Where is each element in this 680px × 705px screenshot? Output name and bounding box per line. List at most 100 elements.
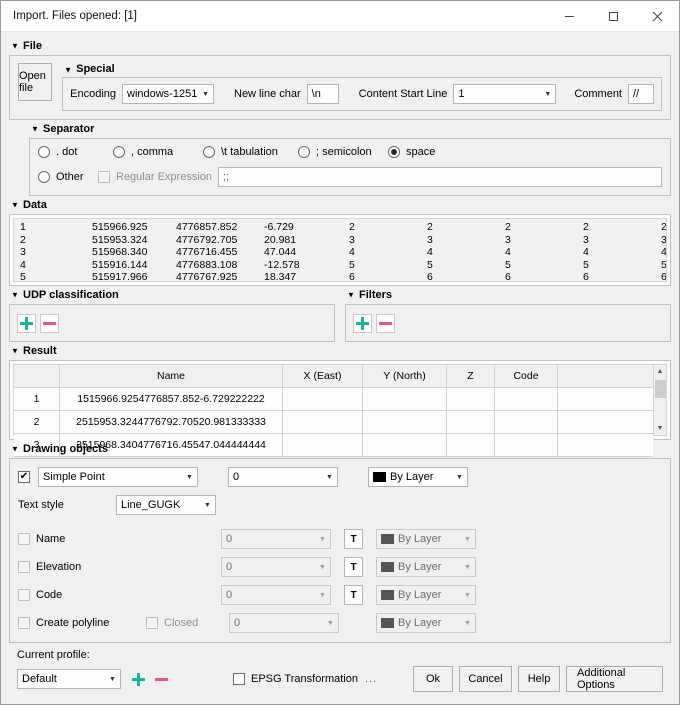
radio-separator-dot[interactable]: . dot	[38, 146, 113, 158]
section-header-data[interactable]: ▼ Data	[9, 196, 671, 214]
polyline-color-select[interactable]: By Layer ▼	[376, 613, 476, 633]
data-cell-index: 3	[20, 246, 26, 258]
radio-separator-other[interactable]: Other	[38, 171, 98, 183]
create-polyline-checkbox[interactable]: Create polyline	[18, 617, 138, 629]
text-style-select[interactable]: Line_GUGK ▼	[116, 495, 216, 515]
data-cell-code: 2	[661, 221, 667, 233]
scroll-up-icon[interactable]: ▲	[654, 365, 667, 378]
radio-icon	[203, 146, 215, 158]
filters-remove-button[interactable]	[376, 313, 395, 333]
radio-separator-tabulation[interactable]: \t tabulation	[203, 146, 298, 158]
udp-column: ▼ UDP classification	[9, 286, 335, 342]
help-button[interactable]: Help	[518, 666, 560, 692]
text-style-row: Text style Line_GUGK ▼	[18, 495, 662, 515]
section-title-filters: Filters	[359, 289, 393, 301]
close-icon[interactable]	[635, 1, 679, 32]
point-layer-select[interactable]: 0 ▼	[228, 467, 338, 487]
point-type-select[interactable]: Simple Point ▼	[38, 467, 198, 487]
minus-icon	[43, 321, 56, 325]
code-layer-value: 0	[226, 589, 233, 601]
code-layer-select[interactable]: 0 ▼	[221, 585, 331, 605]
profile-add-button[interactable]	[129, 670, 148, 689]
data-preview-box[interactable]: 1 515966.925 4776857.852 -6.729 2 2 2 2 …	[13, 218, 667, 282]
section-title-separator: Separator	[43, 123, 95, 135]
epsg-options-ellipsis[interactable]: ...	[365, 673, 377, 685]
column-header-code: Code	[495, 365, 558, 388]
data-cell-code: 6	[427, 271, 433, 282]
code-text-style-button[interactable]: T	[344, 585, 363, 605]
table-row[interactable]: 1 1515966.9254776857.852-6.729222222	[14, 388, 653, 411]
chevron-down-icon: ▼	[319, 535, 326, 543]
data-cell-index: 4	[20, 258, 26, 271]
start-line-select[interactable]: 1 ▼	[453, 84, 557, 104]
cell-z	[447, 411, 495, 434]
current-profile-label: Current profile:	[17, 649, 90, 661]
name-color-select[interactable]: By Layer ▼	[376, 529, 476, 549]
elevation-layer-value: 0	[226, 561, 233, 573]
elevation-label: Elevation	[36, 561, 82, 573]
cell-index: 2	[14, 411, 60, 434]
open-file-button[interactable]: Open file	[18, 63, 53, 101]
section-header-udp[interactable]: ▼ UDP classification	[9, 286, 335, 304]
udp-add-button[interactable]	[17, 313, 36, 333]
elevation-color-select[interactable]: By Layer ▼	[376, 557, 476, 577]
data-cell-code: 5	[349, 258, 355, 271]
table-row[interactable]: 2 2515953.3244776792.70520.981333333	[14, 411, 653, 434]
section-header-filters[interactable]: ▼ Filters	[345, 286, 671, 304]
code-color-select[interactable]: By Layer ▼	[376, 585, 476, 605]
scroll-down-icon[interactable]: ▼	[654, 422, 667, 435]
name-label: Name	[36, 533, 66, 545]
code-color-value: By Layer	[398, 589, 442, 601]
elevation-checkbox[interactable]: Elevation	[18, 561, 213, 573]
closed-checkbox[interactable]: Closed	[146, 617, 221, 629]
elevation-layer-select[interactable]: 0 ▼	[221, 557, 331, 577]
regex-checkbox[interactable]: Regular Expression	[98, 171, 218, 183]
minimize-icon[interactable]	[547, 1, 591, 32]
section-header-file[interactable]: ▼ File	[9, 37, 671, 55]
code-checkbox[interactable]: Code	[18, 589, 213, 601]
section-header-result[interactable]: ▼ Result	[9, 342, 671, 360]
section-header-drawing-objects[interactable]: ▼ Drawing objects	[9, 440, 671, 458]
name-text-style-button[interactable]: T	[344, 529, 363, 549]
chevron-down-icon: ▼	[544, 90, 552, 98]
point-enabled-checkbox[interactable]: ✔	[18, 471, 30, 483]
encoding-select[interactable]: windows-1251 ▼	[122, 84, 214, 104]
point-color-select[interactable]: By Layer ▼	[368, 467, 468, 487]
newline-input[interactable]: \n	[306, 84, 339, 104]
data-cell-y: 4776716.455	[176, 246, 238, 258]
name-checkbox[interactable]: Name	[18, 533, 213, 545]
comment-input[interactable]: //	[628, 84, 654, 104]
maximize-icon[interactable]	[591, 1, 635, 32]
regex-input[interactable]: ;;	[218, 167, 662, 187]
profile-select[interactable]: Default ▼	[17, 669, 121, 689]
cancel-button[interactable]: Cancel	[459, 666, 512, 692]
epsg-transformation-checkbox[interactable]: EPSG Transformation	[233, 673, 358, 685]
profile-remove-button[interactable]	[152, 670, 171, 689]
checkbox-icon	[18, 589, 30, 601]
minus-icon	[155, 677, 168, 681]
cell-code	[495, 388, 558, 411]
radio-separator-semicolon[interactable]: ; semicolon	[298, 146, 388, 158]
ok-button[interactable]: Ok	[413, 666, 453, 692]
point-color-value: By Layer	[390, 471, 434, 483]
column-header-z: Z	[447, 365, 495, 388]
name-layer-select[interactable]: 0 ▼	[221, 529, 331, 549]
drawing-elevation-row: Elevation 0 ▼ T By Layer ▼	[18, 557, 662, 577]
udp-remove-button[interactable]	[40, 313, 59, 333]
data-cell-code: 2	[349, 221, 355, 233]
section-header-special[interactable]: ▼ Special	[62, 63, 662, 77]
elevation-text-style-button[interactable]: T	[344, 557, 363, 577]
data-cell-x: 515966.925	[92, 221, 148, 233]
data-cell-z: 18.347	[264, 271, 297, 282]
scrollbar-thumb[interactable]	[654, 380, 666, 398]
filters-add-button[interactable]	[353, 313, 372, 333]
radio-separator-space[interactable]: space	[388, 146, 435, 158]
cell-pad	[558, 411, 653, 434]
polyline-layer-select[interactable]: 0 ▼	[229, 613, 339, 633]
additional-options-button[interactable]: Additional Options	[566, 666, 663, 692]
section-header-separator[interactable]: ▼ Separator	[29, 120, 671, 138]
text-style-label: Text style	[18, 499, 64, 511]
radio-separator-comma[interactable]: , comma	[113, 146, 203, 158]
radio-icon	[113, 146, 125, 158]
result-vertical-scrollbar[interactable]: ▲ ▼	[653, 365, 666, 435]
